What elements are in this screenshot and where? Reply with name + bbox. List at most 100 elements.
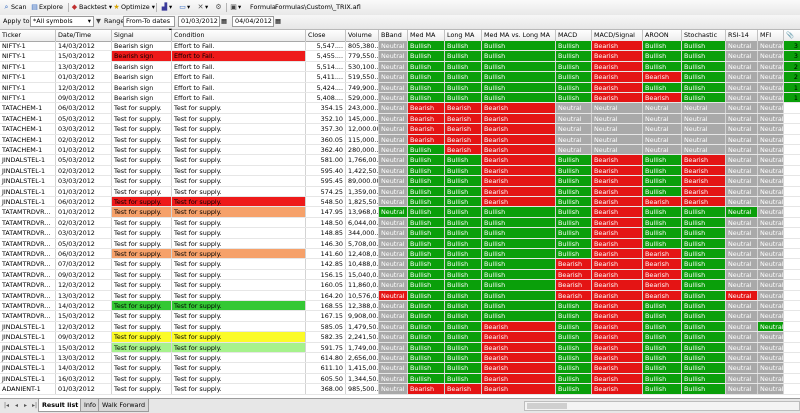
ticker-cell: JINDALSTEL-1 [0, 363, 56, 373]
signal-cell: Test for supply. [112, 145, 172, 155]
table-row[interactable]: TATAMTRDVR... 05/03/2012 Test for supply. T… [0, 238, 800, 249]
table-row[interactable]: JINDALSTEL-1 13/03/2012 Test for supply. Te… [0, 353, 800, 364]
date-cell: 09/03/2012 [56, 93, 112, 103]
indicator-cell: Bullish [556, 51, 592, 61]
table-row[interactable]: TATAMTRDVR... 13/03/2012 Test for supply. T… [0, 290, 800, 301]
calendar-icon[interactable]: ▦ [275, 16, 281, 27]
indicator-cell: Bullish [682, 363, 726, 373]
close-cell: 614.80 [306, 353, 346, 363]
explore-button[interactable]: ▤Explore [30, 2, 63, 13]
table-row[interactable]: JINDALSTEL-1 16/03/2012 Test for supply. Te… [0, 373, 800, 385]
pin-icon[interactable]: 📎 [784, 30, 800, 41]
to-date-field[interactable]: 04/04/2012 [232, 16, 274, 27]
indicator-cell: Bearish [408, 384, 445, 394]
table-row[interactable]: ADANIENT-1 01/03/2012 Test for supply. Test… [0, 384, 800, 395]
table-row[interactable]: TATACHEM-1 05/03/2012 Test for supply. Test… [0, 113, 800, 125]
from-date-field[interactable]: 01/03/2012 [178, 16, 220, 27]
column-header-stochastic[interactable]: Stochastic [682, 30, 726, 41]
formula-path[interactable]: Formulas\Custom\_TRIX.afl [275, 2, 361, 13]
table-row[interactable]: TATAMTRDVR... 06/03/2012 Test for supply. T… [0, 249, 800, 260]
column-header-macd-signal[interactable]: MACD/Signal [592, 30, 643, 41]
table-row[interactable]: TATAMTRDVR... 12/03/2012 Test for supply. T… [0, 280, 800, 291]
formula-options-button[interactable]: ▣▾ [229, 2, 241, 13]
indicator-cell: Neutral [592, 124, 643, 134]
column-header-aroon[interactable]: AROON [643, 30, 682, 41]
column-header-med-vs-long-ma[interactable]: Med MA vs. Long MA [482, 30, 556, 41]
signal-cell: Test for supply. [112, 165, 172, 176]
table-row[interactable]: TATAMTRDVR... 14/03/2012 Test for supply. T… [0, 301, 800, 312]
table-row[interactable]: TATAMTRDVR... 15/03/2012 Test for supply. T… [0, 311, 800, 322]
prev-tab-icon[interactable]: ◂ [12, 401, 21, 410]
settings-button[interactable]: ⚙ [214, 2, 223, 13]
tab-result-list[interactable]: Result list [38, 399, 83, 412]
condition-cell: Test for supply. [172, 332, 306, 342]
optimize-button[interactable]: ★Optimize ▾ [112, 2, 155, 13]
column-header-macd[interactable]: MACD [556, 30, 592, 41]
indicator-cell: Bearish [592, 186, 643, 196]
table-row[interactable]: TATAMTRDVR... 03/03/2012 Test for supply. T… [0, 228, 800, 239]
tab-walk-forward[interactable]: Walk Forward [98, 399, 150, 412]
table-row[interactable]: JINDALSTEL-1 02/03/2012 Test for supply. Te… [0, 165, 800, 177]
volume-cell: 10,488,0... [348, 259, 379, 269]
table-row[interactable]: JINDALSTEL-1 05/03/2012 Test for supply. Te… [0, 155, 800, 166]
rank-cell [784, 353, 800, 362]
table-row[interactable]: NIFTY-1 01/03/2012 Bearish sign Effort to F… [0, 72, 800, 83]
indicator-cell: Bearish [408, 113, 445, 124]
table-row[interactable]: NIFTY-1 15/03/2012 Bearish sign Effort to F… [0, 51, 800, 62]
filter-button[interactable]: ▼ [96, 16, 101, 27]
column-header-close[interactable]: Close [306, 30, 346, 41]
indicator-cell: Neutral [758, 353, 784, 363]
indicator-cell: Neutral [379, 342, 408, 352]
indicator-cell: Bullish [556, 82, 592, 92]
scrollbar-thumb[interactable] [527, 403, 567, 409]
signal-cell: Test for supply. [112, 353, 172, 363]
signal-cell: Bearish sign [112, 61, 172, 72]
table-row[interactable]: NIFTY-1 09/03/2012 Bearish sign Effort to F… [0, 93, 800, 104]
indicator-cell: Bullish [445, 228, 482, 238]
apply-to-select[interactable]: *All symbols ▾ [30, 16, 94, 27]
first-tab-icon[interactable]: |◂ [2, 401, 11, 410]
table-row[interactable]: TATAMTRDVR... 01/03/2012 Test for supply. T… [0, 207, 800, 218]
column-header-date-time[interactable]: Date/Time [56, 30, 112, 41]
table-row[interactable]: JINDALSTEL-1 01/03/2012 Test for supply. Te… [0, 186, 800, 197]
table-row[interactable]: NIFTY-1 14/03/2012 Bearish sign Effort to F… [0, 41, 800, 52]
table-row[interactable]: JINDALSTEL-1 03/03/2012 Test for supply. Te… [0, 176, 800, 187]
table-row[interactable]: TATAMTRDVR... 02/03/2012 Test for supply. T… [0, 217, 800, 229]
table-row[interactable]: JINDALSTEL-1 12/03/2012 Test for supply. Te… [0, 321, 800, 333]
table-row[interactable]: NIFTY-1 12/03/2012 Bearish sign Effort to F… [0, 82, 800, 93]
column-header-condition[interactable]: Condition [172, 30, 306, 41]
table-row[interactable]: JINDALSTEL-1 09/03/2012 Test for supply. Te… [0, 332, 800, 343]
table-row[interactable]: JINDALSTEL-1 14/03/2012 Test for supply. Te… [0, 363, 800, 374]
table-row[interactable]: JINDALSTEL-1 15/03/2012 Test for supply. Te… [0, 342, 800, 353]
table-row[interactable]: TATACHEM-1 06/03/2012 Test for supply. Test… [0, 103, 800, 114]
date-cell: 13/03/2012 [56, 353, 112, 363]
column-header-signal[interactable]: Signal [112, 30, 172, 41]
indicator-cell: Bullish [445, 363, 482, 373]
column-header-long-ma[interactable]: Long MA [445, 30, 482, 41]
table-row[interactable]: JINDALSTEL-1 06/03/2012 Test for supply. Te… [0, 197, 800, 208]
tools-button[interactable]: ✕ ▾ [196, 2, 209, 13]
horizontal-scrollbar[interactable] [524, 401, 800, 411]
table-row[interactable]: TATACHEM-1 02/03/2012 Test for supply. Test… [0, 134, 800, 145]
column-header-ticker[interactable]: Ticker [0, 30, 56, 41]
close-cell: 5,424.... [306, 82, 346, 92]
indicator-cell: Neutral [379, 311, 408, 321]
column-header-mfi[interactable]: MFI [758, 30, 784, 41]
column-header-rsi-14[interactable]: RSI-14 [726, 30, 758, 41]
table-row[interactable]: TATACHEM-1 03/03/2012 Test for supply. Test… [0, 124, 800, 135]
column-header-bband[interactable]: BBand [379, 30, 408, 41]
scan-button[interactable]: ⌕ Scan [2, 2, 27, 13]
chart-button[interactable]: ▟ ▾ [160, 2, 172, 13]
table-row[interactable]: TATAMTRDVR... 07/03/2012 Test for supply. T… [0, 259, 800, 270]
table-row[interactable]: TATAMTRDVR... 09/03/2012 Test for supply. T… [0, 269, 800, 281]
close-cell: 368.00 [306, 384, 346, 394]
table-row[interactable]: NIFTY-1 13/03/2012 Bearish sign Effort to F… [0, 61, 800, 73]
table-row[interactable]: TATACHEM-1 01/03/2012 Test for supply. Test… [0, 145, 800, 156]
backtest-button[interactable]: ◆ Backtest ▾ [70, 2, 112, 13]
report-button[interactable]: ▭▾ [178, 2, 190, 13]
range-select[interactable]: From-To dates▾ [123, 16, 175, 34]
next-tab-icon[interactable]: ▸ [21, 401, 30, 410]
calendar-icon[interactable]: ▦ [221, 16, 227, 27]
column-header-volume[interactable]: Volume [346, 30, 379, 41]
column-header-med-ma[interactable]: Med MA [408, 30, 445, 41]
